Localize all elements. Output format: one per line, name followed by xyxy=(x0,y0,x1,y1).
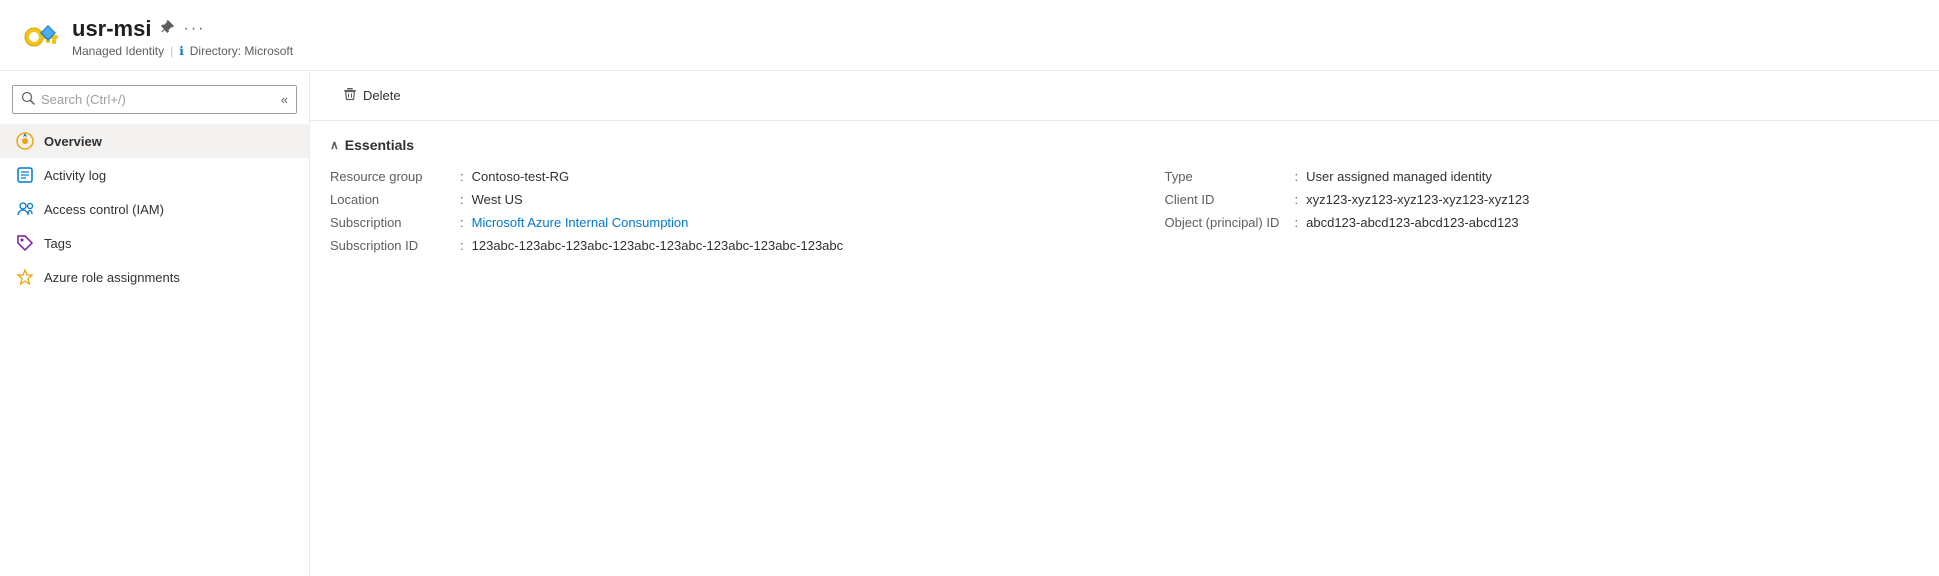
essentials-section: ∧ Essentials Resource group : Contoso-te… xyxy=(310,121,1939,269)
field-value-object-id: abcd123-abcd123-abcd123-abcd123 xyxy=(1306,215,1519,230)
field-value-resource-group: Contoso-test-RG xyxy=(472,169,570,184)
essentials-header[interactable]: ∧ Essentials xyxy=(330,137,1919,153)
essentials-label: Essentials xyxy=(345,137,414,153)
field-value-subscription-id: 123abc-123abc-123abc-123abc-123abc-123ab… xyxy=(472,238,844,253)
field-resource-group: Resource group : Contoso-test-RG xyxy=(330,169,1125,184)
iam-icon xyxy=(16,200,34,218)
search-icon xyxy=(21,91,35,108)
field-value-location: West US xyxy=(472,192,523,207)
chevron-up-icon: ∧ xyxy=(330,138,339,152)
field-value-type: User assigned managed identity xyxy=(1306,169,1492,184)
sidebar-item-label-overview: Overview xyxy=(44,134,102,149)
essentials-grid: Resource group : Contoso-test-RG Locatio… xyxy=(330,169,1919,253)
sidebar-item-tags[interactable]: Tags xyxy=(0,226,309,260)
header-title-area: usr-msi ··· Managed Identity | ℹ Directo… xyxy=(72,16,293,58)
page-header: usr-msi ··· Managed Identity | ℹ Directo… xyxy=(0,0,1939,71)
collapse-button[interactable]: « xyxy=(281,92,288,107)
overview-icon xyxy=(16,132,34,150)
pin-icon[interactable] xyxy=(159,19,175,40)
delete-button[interactable]: Delete xyxy=(330,81,414,110)
subtitle-directory: Directory: Microsoft xyxy=(190,44,293,58)
sidebar-item-label-activity-log: Activity log xyxy=(44,168,106,183)
field-label-object-id: Object (principal) ID xyxy=(1165,215,1295,230)
field-label-client-id: Client ID xyxy=(1165,192,1295,207)
field-label-type: Type xyxy=(1165,169,1295,184)
activity-log-icon xyxy=(16,166,34,184)
info-icon: ℹ xyxy=(179,44,184,58)
sidebar-item-label-tags: Tags xyxy=(44,236,71,251)
field-value-subscription[interactable]: Microsoft Azure Internal Consumption xyxy=(472,215,689,230)
field-client-id: Client ID : xyz123-xyz123-xyz123-xyz123-… xyxy=(1165,192,1920,207)
field-subscription: Subscription : Microsoft Azure Internal … xyxy=(330,215,1125,230)
field-label-subscription-id: Subscription ID xyxy=(330,238,460,253)
field-label-resource-group: Resource group xyxy=(330,169,460,184)
tags-icon xyxy=(16,234,34,252)
sidebar-item-overview[interactable]: Overview xyxy=(0,124,309,158)
field-label-subscription: Subscription xyxy=(330,215,460,230)
content-area: Delete ∧ Essentials Resource group : Con… xyxy=(310,71,1939,576)
field-type: Type : User assigned managed identity xyxy=(1165,169,1920,184)
sidebar-item-label-access-control: Access control (IAM) xyxy=(44,202,164,217)
role-assignments-icon xyxy=(16,268,34,286)
search-input[interactable] xyxy=(41,92,273,107)
subtitle-type: Managed Identity xyxy=(72,44,164,58)
resource-icon xyxy=(20,17,60,57)
more-options-icon[interactable]: ··· xyxy=(183,20,205,38)
sidebar-item-activity-log[interactable]: Activity log xyxy=(0,158,309,192)
sidebar: « Overview xyxy=(0,71,310,576)
search-box[interactable]: « xyxy=(12,85,297,114)
delete-icon xyxy=(343,87,357,104)
sidebar-item-role-assignments[interactable]: Azure role assignments xyxy=(0,260,309,294)
search-container: « xyxy=(0,79,309,124)
essentials-right: Type : User assigned managed identity Cl… xyxy=(1125,169,1920,253)
field-location: Location : West US xyxy=(330,192,1125,207)
toolbar: Delete xyxy=(310,71,1939,121)
field-value-client-id: xyz123-xyz123-xyz123-xyz123-xyz123 xyxy=(1306,192,1529,207)
field-label-location: Location xyxy=(330,192,460,207)
resource-name: usr-msi xyxy=(72,16,151,42)
delete-label: Delete xyxy=(363,88,401,103)
field-object-id: Object (principal) ID : abcd123-abcd123-… xyxy=(1165,215,1920,230)
essentials-left: Resource group : Contoso-test-RG Locatio… xyxy=(330,169,1125,253)
sidebar-item-access-control[interactable]: Access control (IAM) xyxy=(0,192,309,226)
field-subscription-id: Subscription ID : 123abc-123abc-123abc-1… xyxy=(330,238,1125,253)
sidebar-item-label-role-assignments: Azure role assignments xyxy=(44,270,180,285)
